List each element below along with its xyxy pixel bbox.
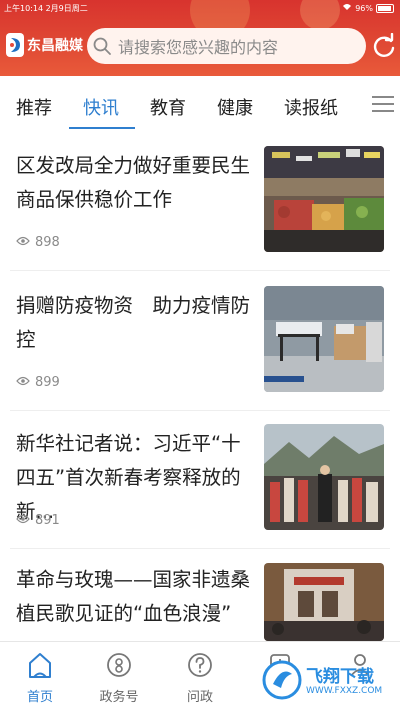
logo-icon [6, 33, 24, 57]
divider [10, 410, 390, 411]
nav-inquiry[interactable]: 问政 [170, 650, 230, 705]
list-item[interactable]: 新华社记者说：习近平“十四五”首次新春考察释放的新... 891 [0, 424, 400, 547]
home-icon [10, 650, 70, 684]
divider [10, 548, 390, 549]
tab-news-flash[interactable]: 快讯 [83, 94, 119, 120]
search-placeholder: 请搜索您感兴趣的内容 [118, 38, 279, 57]
search-icon [92, 36, 112, 56]
article-views: 891 [16, 513, 60, 528]
battery-percent: 96% [355, 3, 373, 13]
tab-education[interactable]: 教育 [150, 94, 186, 120]
search-input[interactable]: 请搜索您感兴趣的内容 [87, 28, 366, 64]
watermark-text-group: 飞翔下载 WWW.FXXZ.COM [306, 668, 382, 696]
status-bar: 上午10:14 2月9日周二 96% [0, 0, 400, 16]
watermark: 飞翔下载 WWW.FXXZ.COM [262, 660, 394, 704]
question-icon [170, 650, 230, 684]
status-time: 上午10:14 2月9日周二 [4, 4, 88, 13]
list-item[interactable]: 捐赠防疫物资 助力疫情防控 899 [0, 286, 400, 409]
article-thumbnail[interactable] [264, 424, 384, 530]
refresh-icon[interactable] [372, 32, 396, 59]
view-count: 898 [35, 235, 60, 250]
status-right: 96% [342, 3, 394, 13]
tab-health[interactable]: 健康 [217, 94, 253, 120]
article-thumbnail[interactable] [264, 286, 384, 392]
view-count: 899 [35, 375, 60, 390]
nav-inquiry-label: 问政 [186, 690, 213, 705]
app-logo[interactable]: 东昌融媒 [6, 33, 83, 57]
watermark-text: 飞翔下载 [306, 667, 374, 687]
app-name: 东昌融媒 [27, 38, 83, 54]
nav-government[interactable]: 政务号 [89, 650, 149, 705]
menu-icon[interactable] [372, 96, 394, 116]
article-title[interactable]: 区发改局全力做好重要民生商品保供稳价工作 [16, 149, 252, 217]
watermark-url: WWW.FXXZ.COM [306, 686, 383, 696]
active-tab-indicator [69, 127, 135, 129]
article-title[interactable]: 革命与玫瑰——国家非遗桑植民歌见证的“血色浪漫” [16, 563, 252, 631]
article-title[interactable]: 捐赠防疫物资 助力疫情防控 [16, 289, 252, 357]
nav-home[interactable]: 首页 [10, 650, 70, 705]
category-tabs: 推荐 快讯 教育 健康 读报纸 [0, 76, 400, 134]
eye-icon [16, 513, 30, 528]
divider [10, 270, 390, 271]
list-item[interactable]: 区发改局全力做好重要民生商品保供稳价工作 898 [0, 146, 400, 269]
eye-icon [16, 235, 30, 250]
article-thumbnail[interactable] [264, 563, 384, 641]
list-item[interactable]: 革命与玫瑰——国家非遗桑植民歌见证的“血色浪漫” [0, 563, 400, 643]
wifi-icon [342, 3, 352, 13]
battery-icon [376, 3, 394, 13]
article-thumbnail[interactable] [264, 146, 384, 252]
view-count: 891 [35, 513, 60, 528]
article-views: 898 [16, 235, 60, 250]
watermark-logo-icon [262, 660, 302, 704]
tab-newspaper[interactable]: 读报纸 [284, 94, 338, 120]
tab-recommend[interactable]: 推荐 [16, 94, 52, 120]
article-views: 899 [16, 375, 60, 390]
eye-icon [16, 375, 30, 390]
government-icon [89, 650, 149, 684]
app-header: 上午10:14 2月9日周二 96% 东昌融媒 请搜索您感兴趣的内容 [0, 0, 400, 76]
nav-government-label: 政务号 [99, 690, 139, 705]
nav-home-label: 首页 [26, 690, 53, 705]
